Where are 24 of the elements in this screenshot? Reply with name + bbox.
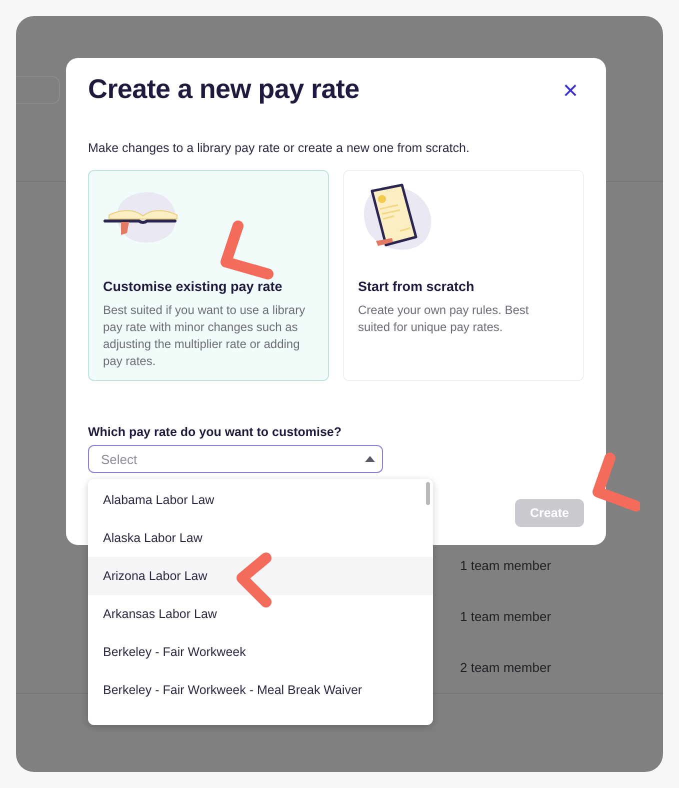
member-count: 1 team member <box>460 558 552 573</box>
option-card[interactable]: Customise existing pay rate Best suited if you want to use a library pay rate with minor changes such as adjusting the multiplier rate or adding pay rates. <box>88 170 329 381</box>
option-card[interactable]: Start from scratch Create your own pay rules. Best suited for unique pay rates. <box>343 170 584 381</box>
dropdown-option[interactable]: Arizona Labor Law <box>88 557 433 595</box>
annotation-mark <box>590 452 640 514</box>
caret-icon <box>365 456 375 462</box>
annotation-mark <box>218 220 274 280</box>
option-description: Best suited if you want to use a library pay rate with minor changes such as adjusting the multiplier rate or adding pay rates. <box>103 302 306 370</box>
option-description: Create your own pay rules. Best suited for unique pay rates. <box>358 302 530 336</box>
option-title: Start from scratch <box>358 279 476 294</box>
dialog-title: Create a new pay rate <box>88 74 360 105</box>
intro-text: Make changes to a library pay rate or create a new one from scratch. <box>88 141 470 155</box>
member-count: 2 team member <box>460 660 552 675</box>
dropdown-option[interactable]: Berkeley - Fair Workweek <box>88 633 433 671</box>
dropdown-option[interactable]: Alabama Labor Law <box>88 481 433 519</box>
pay-rate-select[interactable]: Select <box>88 445 383 473</box>
close-button[interactable]: × <box>556 76 584 102</box>
select-label: Which pay rate do you want to customise? <box>88 425 343 439</box>
scrollbar-thumb[interactable] <box>426 482 430 505</box>
dropdown-option[interactable]: Arkansas Labor Law <box>88 595 433 633</box>
dropdown-option[interactable]: Berkeley - Fair Workweek - Meal Break Waiver <box>88 671 433 709</box>
dropdown-option[interactable]: Alaska Labor Law <box>88 519 433 557</box>
member-count: 1 team member <box>460 609 552 624</box>
option-title: Customise existing pay rate <box>103 279 284 294</box>
